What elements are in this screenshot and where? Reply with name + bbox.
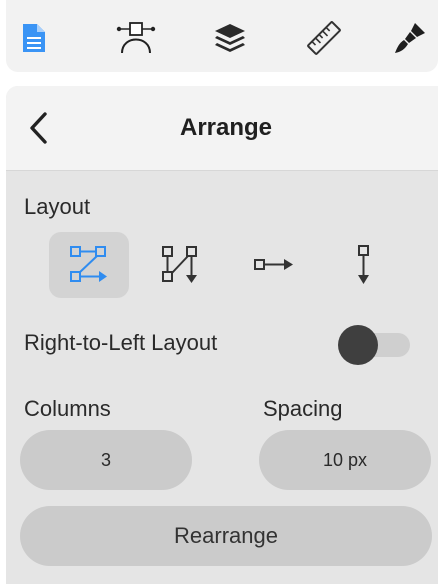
toggle-knob <box>338 325 378 365</box>
layout-option-vertical-flow[interactable] <box>140 232 220 298</box>
layout-label: Layout <box>24 194 91 219</box>
layout-zigzag-icon <box>70 246 107 282</box>
bezier-curve-icon <box>116 22 156 54</box>
rtl-layout-label: Right-to-Left Layout <box>24 330 218 355</box>
spacing-label: Spacing <box>263 396 343 421</box>
layout-vertical-icon <box>358 245 369 284</box>
layout-option-horizontal[interactable] <box>234 232 314 298</box>
columns-label: Columns <box>24 396 111 421</box>
columns-field[interactable]: 3 <box>20 430 192 490</box>
arrange-panel: Arrange Layout Right-to-Left Layout Colu… <box>6 86 438 584</box>
ruler-icon <box>307 21 341 55</box>
document-icon <box>23 24 45 52</box>
rearrange-button[interactable]: Rearrange <box>20 506 432 566</box>
layers-icon <box>215 24 245 52</box>
paint-brush-icon <box>395 23 425 53</box>
bezier-tool-button[interactable] <box>116 18 156 58</box>
ruler-tool-button[interactable] <box>304 18 344 58</box>
layout-horizontal-icon <box>254 259 293 270</box>
document-tool-button[interactable] <box>14 18 54 58</box>
top-toolbar <box>6 0 438 72</box>
spacing-field[interactable]: 10 px <box>259 430 431 490</box>
style-tool-button[interactable] <box>390 18 430 58</box>
layout-option-vertical[interactable] <box>324 232 404 298</box>
rtl-layout-toggle[interactable] <box>338 325 410 365</box>
layout-vertical-flow-icon <box>162 246 197 283</box>
layers-tool-button[interactable] <box>210 18 250 58</box>
panel-header: Arrange <box>6 86 438 171</box>
layout-option-zigzag[interactable] <box>49 232 129 298</box>
panel-title: Arrange <box>179 114 273 141</box>
